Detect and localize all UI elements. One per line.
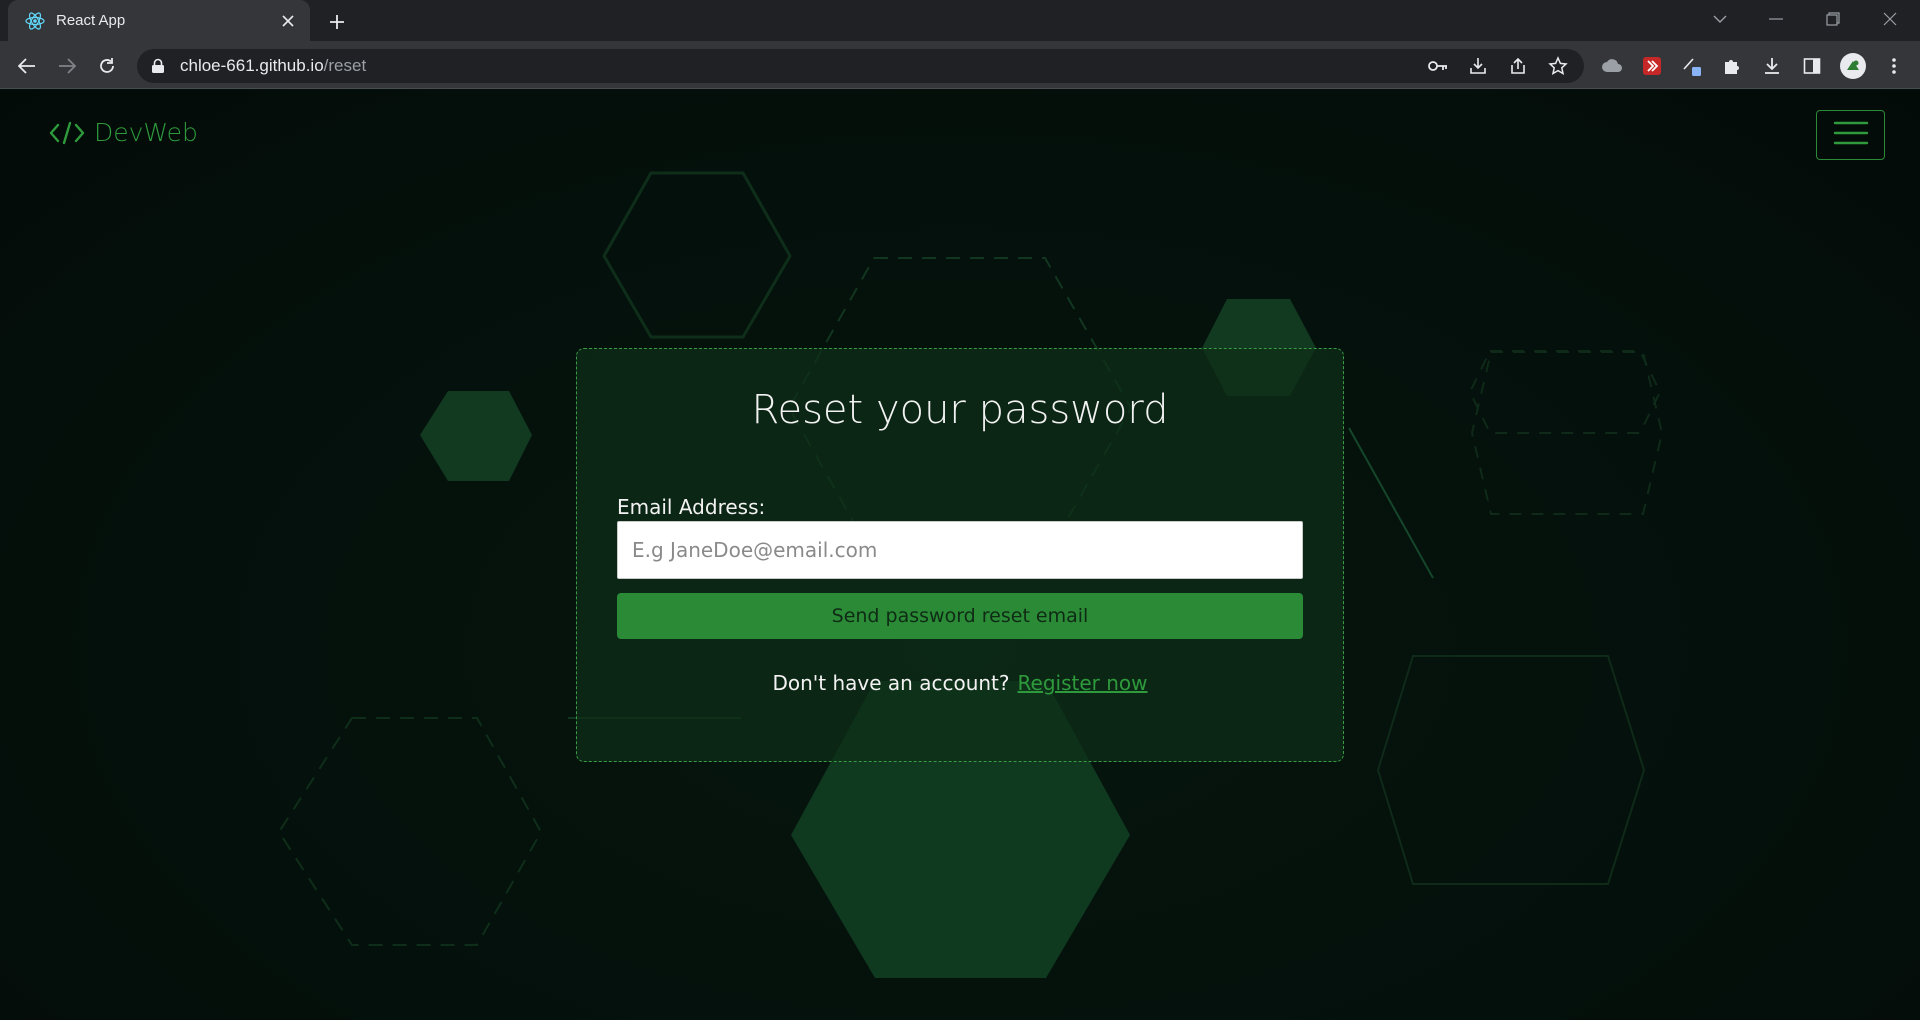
close-window-icon[interactable]	[1876, 8, 1904, 30]
close-tab-icon[interactable]	[278, 11, 298, 31]
brand-logo[interactable]: DevWeb	[49, 118, 198, 147]
react-favicon-icon	[25, 11, 45, 31]
page-title: Reset your password	[751, 387, 1169, 433]
address-bar[interactable]: chloe-661.github.io/reset	[137, 49, 1584, 83]
brand-name: DevWeb	[94, 118, 198, 147]
kebab-menu-icon[interactable]	[1880, 52, 1908, 80]
code-brackets-icon	[49, 121, 85, 145]
key-icon[interactable]	[1426, 54, 1450, 78]
reload-icon[interactable]	[93, 52, 121, 80]
email-input[interactable]	[617, 521, 1303, 579]
profile-avatar[interactable]	[1839, 52, 1867, 80]
email-label: Email Address:	[617, 495, 766, 519]
install-app-icon[interactable]	[1466, 54, 1490, 78]
extension-red-icon[interactable]	[1638, 52, 1666, 80]
browser-tab-strip: React App	[0, 0, 1920, 41]
tab-title: React App	[56, 12, 126, 29]
forward-arrow-icon[interactable]	[53, 52, 81, 80]
extension-pen-icon[interactable]	[1678, 52, 1706, 80]
send-reset-email-button[interactable]: Send password reset email	[617, 593, 1303, 639]
url-host: chloe-661.github.io	[180, 56, 324, 75]
extension-cloud-icon[interactable]	[1598, 52, 1626, 80]
puzzle-extensions-icon[interactable]	[1718, 52, 1746, 80]
reset-password-card: Reset your password Email Address: Send …	[576, 348, 1344, 762]
browser-tab[interactable]: React App	[8, 0, 310, 41]
register-row: Don't have an account? Register now	[577, 671, 1343, 695]
tab-search-chevron-icon[interactable]	[1706, 8, 1734, 30]
register-now-link[interactable]: Register now	[1018, 671, 1148, 695]
side-panel-icon[interactable]	[1798, 52, 1826, 80]
lock-icon[interactable]	[151, 58, 167, 74]
download-icon[interactable]	[1758, 52, 1786, 80]
bookmark-star-icon[interactable]	[1546, 54, 1570, 78]
new-tab-plus-icon[interactable]	[325, 10, 349, 34]
url-path: /reset	[323, 56, 367, 75]
minimize-window-icon[interactable]	[1762, 8, 1790, 30]
hamburger-menu-button[interactable]	[1816, 110, 1885, 160]
restore-window-icon[interactable]	[1819, 8, 1847, 30]
share-icon[interactable]	[1506, 54, 1530, 78]
browser-toolbar: chloe-661.github.io/reset	[0, 41, 1920, 89]
back-arrow-icon[interactable]	[13, 52, 41, 80]
page-viewport: DevWeb Reset your password Email Address…	[0, 90, 1920, 1020]
register-prompt: Don't have an account?	[772, 671, 1010, 695]
hamburger-menu-icon	[1833, 120, 1869, 151]
